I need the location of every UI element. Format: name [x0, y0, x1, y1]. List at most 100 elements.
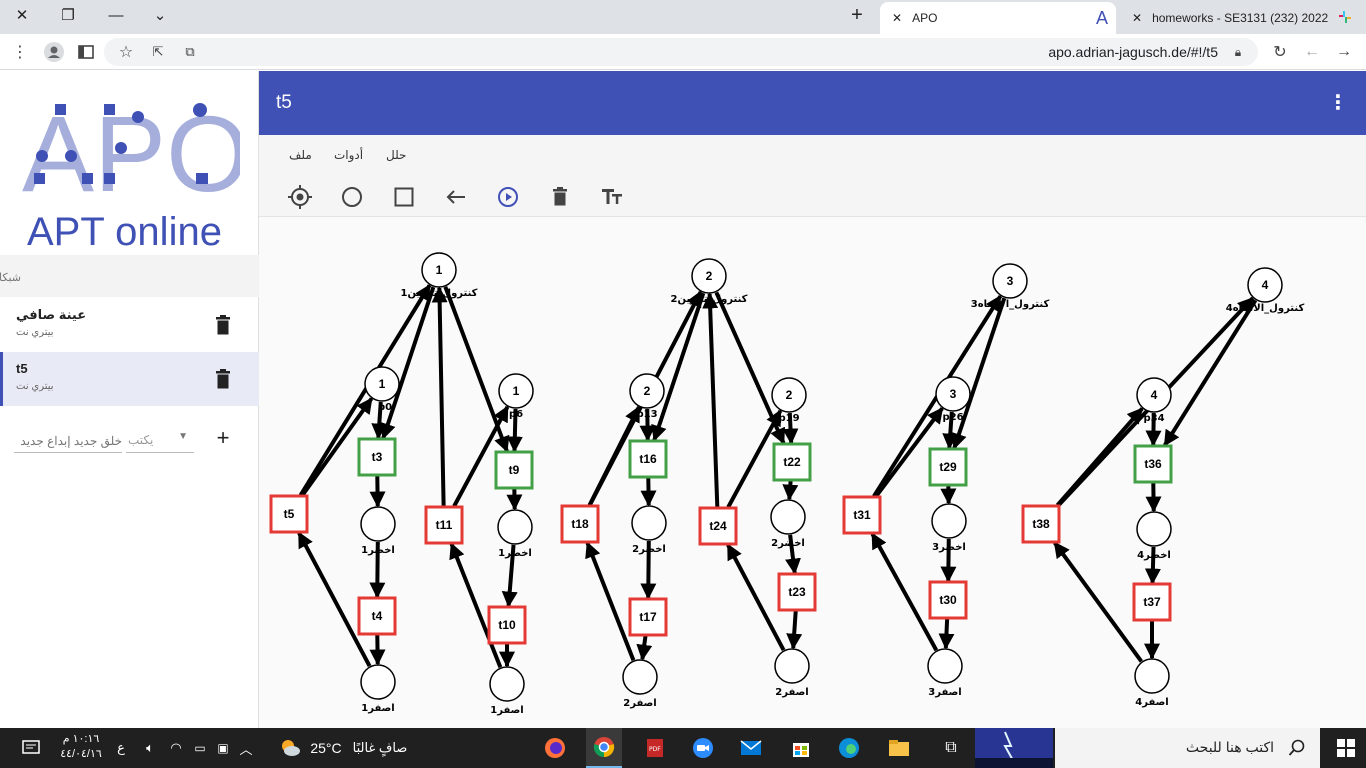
menu-file[interactable]: ملف — [289, 148, 312, 162]
reload-icon[interactable]: ↻ — [1268, 40, 1292, 64]
arc-t38-p34[interactable] — [1055, 407, 1144, 507]
transition-t37[interactable]: t37 — [1132, 582, 1172, 622]
place-s4[interactable]: اصفر4 — [1134, 658, 1170, 708]
weather-icon[interactable] — [278, 728, 302, 768]
wifi-icon[interactable]: ◠ — [166, 728, 186, 768]
place-s1b[interactable]: اصفر1 — [489, 666, 525, 716]
square-icon[interactable] — [391, 184, 417, 210]
transition-t4[interactable]: t4 — [357, 596, 397, 636]
transition-t9[interactable]: t9 — [494, 450, 534, 490]
windows-start-icon[interactable] — [1326, 728, 1366, 768]
place-c3[interactable]: 3 كنترول_الاتجاه3 — [971, 263, 1050, 310]
transition-t31[interactable]: t31 — [842, 495, 882, 535]
new-net-name-input[interactable] — [14, 429, 122, 453]
chrome-icon[interactable] — [586, 728, 622, 768]
transition-t16[interactable]: t16 — [628, 439, 668, 479]
store-icon[interactable] — [786, 728, 816, 768]
transition-t29[interactable]: t29 — [928, 447, 968, 487]
firefox-icon[interactable] — [540, 728, 570, 768]
delete-net-icon[interactable] — [214, 315, 232, 335]
arc-t11-c1[interactable] — [431, 286, 448, 507]
transition-t36[interactable]: t36 — [1133, 444, 1173, 484]
taskbar-search[interactable]: اكتب هنا للبحث — [1055, 728, 1320, 768]
close-window-icon[interactable]: ✕ — [0, 0, 44, 30]
file-explorer-icon[interactable] — [884, 728, 914, 768]
place-s3[interactable]: اصفر3 — [927, 648, 963, 698]
zoom-icon[interactable] — [688, 728, 718, 768]
restore-window-icon[interactable]: ❐ — [46, 0, 90, 30]
place-k1[interactable]: اخضر1 — [360, 506, 396, 556]
search-highlight-image[interactable] — [975, 728, 1053, 768]
transition-t24[interactable]: t24 — [698, 506, 738, 546]
menu-analyze[interactable]: حلل — [386, 148, 406, 162]
arc-c4-t36[interactable] — [1163, 299, 1258, 447]
tab-apo[interactable]: ✕ APO A — [880, 2, 1116, 34]
show-hidden-icons-chevron-icon[interactable]: ︿ — [236, 728, 256, 768]
place-circle[interactable] — [360, 506, 396, 542]
place-circle[interactable] — [489, 666, 525, 702]
place-circle[interactable] — [927, 648, 963, 684]
notifications-icon[interactable] — [10, 728, 52, 768]
new-tab-icon[interactable]: + — [835, 0, 879, 30]
clock[interactable]: ١٠:١٦ م ٤٤/٠٤/١٦ — [56, 732, 106, 762]
crosshair-icon[interactable] — [287, 184, 313, 210]
text-format-icon[interactable] — [599, 184, 625, 210]
input-language[interactable]: ع — [110, 728, 132, 768]
bookmark-star-icon[interactable]: ☆ — [114, 40, 138, 64]
arc-s2-t18[interactable] — [585, 541, 636, 661]
arc-t30-s3[interactable] — [938, 618, 955, 650]
back-icon[interactable]: → — [1332, 40, 1356, 64]
net-item-sample[interactable]: عينة صافي بيتري نت — [0, 298, 259, 352]
place-k3[interactable]: اخضر3 — [931, 503, 967, 553]
place-k4[interactable]: اخضر4 — [1136, 511, 1172, 561]
mail-icon[interactable] — [736, 728, 766, 768]
add-net-button[interactable]: + — [212, 427, 234, 450]
transition-t5[interactable]: t5 — [269, 494, 309, 534]
kebab-menu-icon[interactable]: ⋮ — [8, 40, 32, 64]
arc-s2b-t24[interactable] — [726, 543, 786, 652]
more-options-icon[interactable]: ⋮ — [1328, 90, 1348, 115]
place-circle[interactable] — [1136, 511, 1172, 547]
meet-now-icon[interactable]: ▣ — [214, 728, 232, 768]
share-icon[interactable]: ⇱ — [146, 40, 170, 64]
arc-t22-k2b[interactable] — [782, 480, 799, 501]
lock-icon[interactable]: 🔒︎ — [1226, 40, 1250, 64]
forward-icon[interactable]: ← — [1300, 40, 1324, 64]
side-panel-icon[interactable] — [74, 40, 98, 64]
transition-t18[interactable]: t18 — [560, 504, 600, 544]
delete-net-icon[interactable] — [214, 369, 232, 389]
place-circle[interactable] — [360, 664, 396, 700]
net-item-t5[interactable]: t5 بيتري نت — [0, 352, 259, 406]
minimize-window-icon[interactable]: — — [94, 0, 138, 30]
place-circle[interactable] — [774, 648, 810, 684]
transition-t11[interactable]: t11 — [424, 505, 464, 545]
tab-close-icon[interactable]: ✕ — [892, 11, 902, 25]
place-c4[interactable]: 4 كنترول_الاتجاه4 — [1226, 267, 1305, 314]
arc-t17-s2[interactable] — [636, 635, 653, 661]
place-circle[interactable] — [497, 509, 533, 545]
arc-c1-t3[interactable] — [380, 286, 436, 440]
net-type-select[interactable]: يكتب ▼ — [126, 429, 194, 453]
menu-tools[interactable]: أدوات — [334, 148, 363, 162]
transition-t22[interactable]: t22 — [772, 442, 812, 482]
place-circle[interactable] — [1134, 658, 1170, 694]
transition-t38[interactable]: t38 — [1021, 504, 1061, 544]
weather-text[interactable]: صافٍ غالبًا — [350, 728, 410, 768]
place-s1[interactable]: اصفر1 — [360, 664, 396, 714]
arc-s4-t38[interactable] — [1053, 541, 1143, 663]
place-circle[interactable] — [931, 503, 967, 539]
profile-avatar-icon[interactable] — [42, 40, 66, 64]
place-s2b[interactable]: اصفر2 — [774, 648, 810, 698]
place-s2[interactable]: اصفر2 — [622, 659, 658, 709]
place-c1[interactable]: 1 كنترول_تخزين1 — [401, 252, 478, 299]
place-k2b[interactable]: اخضر2 — [770, 499, 806, 549]
place-circle[interactable] — [770, 499, 806, 535]
place-k2[interactable]: اخضر2 — [631, 505, 667, 555]
arc-s3-t31[interactable] — [870, 532, 939, 652]
task-view-icon[interactable]: ⧉ — [936, 728, 966, 768]
arc-t23-s2b[interactable] — [786, 610, 803, 650]
trash-icon[interactable] — [547, 184, 573, 210]
volume-icon[interactable]: 🔈︎ — [140, 728, 160, 768]
edge-icon[interactable] — [834, 728, 864, 768]
place-c2[interactable]: 2 كنترول_تخزين2 — [671, 258, 748, 305]
